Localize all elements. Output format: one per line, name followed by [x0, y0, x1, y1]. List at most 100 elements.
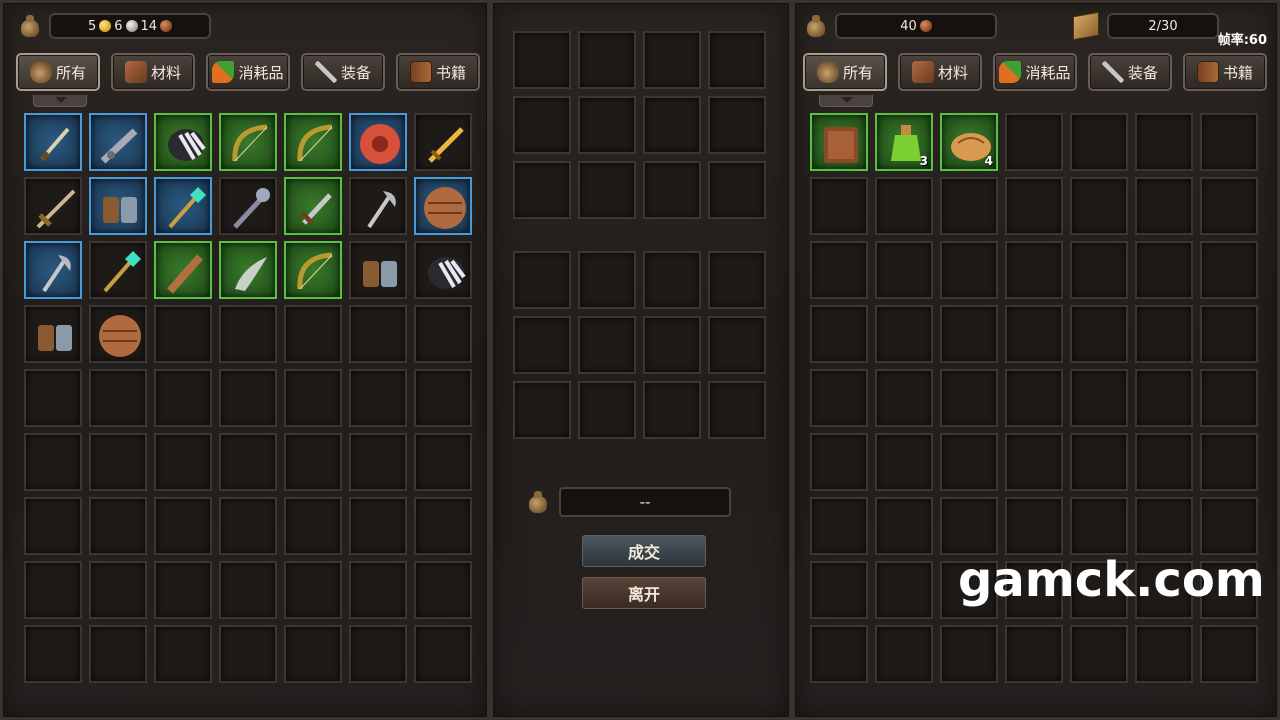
- player-empty-slot[interactable]: [24, 625, 82, 683]
- player-empty-slot[interactable]: [284, 433, 342, 491]
- tab-all[interactable]: 所有: [803, 53, 887, 91]
- merchant-empty-slot[interactable]: [1135, 305, 1193, 363]
- merchant-empty-slot[interactable]: [810, 177, 868, 235]
- trade-offer-slot[interactable]: [513, 316, 571, 374]
- merchant-empty-slot[interactable]: [1070, 433, 1128, 491]
- player-empty-slot[interactable]: [154, 561, 212, 619]
- trade-offer-slot[interactable]: [708, 251, 766, 309]
- merchant-empty-slot[interactable]: [875, 305, 933, 363]
- player-empty-slot[interactable]: [24, 561, 82, 619]
- merchant-empty-slot[interactable]: [1200, 177, 1258, 235]
- player-item-slot[interactable]: [24, 241, 82, 299]
- player-item-slot[interactable]: [349, 177, 407, 235]
- trade-offer-slot[interactable]: [643, 161, 701, 219]
- merchant-empty-slot[interactable]: [1005, 625, 1063, 683]
- player-item-slot[interactable]: [24, 305, 82, 363]
- merchant-empty-slot[interactable]: [1135, 177, 1193, 235]
- player-item-slot[interactable]: [24, 177, 82, 235]
- merchant-empty-slot[interactable]: [810, 625, 868, 683]
- merchant-empty-slot[interactable]: [1070, 305, 1128, 363]
- tab-equipment[interactable]: 装备: [301, 53, 385, 91]
- player-item-slot[interactable]: [349, 113, 407, 171]
- player-empty-slot[interactable]: [154, 305, 212, 363]
- merchant-empty-slot[interactable]: [1005, 369, 1063, 427]
- merchant-empty-slot[interactable]: [875, 241, 933, 299]
- trade-offer-slot[interactable]: [643, 381, 701, 439]
- trade-offer-slot[interactable]: [708, 316, 766, 374]
- player-item-slot[interactable]: [154, 241, 212, 299]
- merchant-empty-slot[interactable]: [1200, 433, 1258, 491]
- merchant-empty-slot[interactable]: [1070, 177, 1128, 235]
- trade-offer-slot[interactable]: [643, 96, 701, 154]
- tab-equipment[interactable]: 装备: [1088, 53, 1172, 91]
- merchant-empty-slot[interactable]: [810, 433, 868, 491]
- player-empty-slot[interactable]: [349, 625, 407, 683]
- tab-books[interactable]: 书籍: [396, 53, 480, 91]
- player-empty-slot[interactable]: [219, 369, 277, 427]
- trade-offer-slot[interactable]: [643, 251, 701, 309]
- merchant-empty-slot[interactable]: [940, 241, 998, 299]
- player-item-slot[interactable]: [219, 241, 277, 299]
- tab-materials[interactable]: 材料: [111, 53, 195, 91]
- player-item-slot[interactable]: [414, 113, 472, 171]
- merchant-empty-slot[interactable]: [1135, 241, 1193, 299]
- merchant-empty-slot[interactable]: [1200, 369, 1258, 427]
- tab-collapse-handle[interactable]: [819, 95, 873, 107]
- player-item-slot[interactable]: [89, 177, 147, 235]
- merchant-empty-slot[interactable]: [1200, 497, 1258, 555]
- player-empty-slot[interactable]: [24, 433, 82, 491]
- player-empty-slot[interactable]: [349, 561, 407, 619]
- merchant-empty-slot[interactable]: [1135, 433, 1193, 491]
- player-empty-slot[interactable]: [284, 305, 342, 363]
- player-item-slot[interactable]: [284, 241, 342, 299]
- trade-offer-slot[interactable]: [578, 161, 636, 219]
- trade-offer-slot[interactable]: [513, 161, 571, 219]
- tab-books[interactable]: 书籍: [1183, 53, 1267, 91]
- merchant-empty-slot[interactable]: [810, 497, 868, 555]
- merchant-empty-slot[interactable]: [1005, 113, 1063, 171]
- merchant-empty-slot[interactable]: [810, 305, 868, 363]
- merchant-empty-slot[interactable]: [940, 433, 998, 491]
- player-empty-slot[interactable]: [219, 305, 277, 363]
- merchant-empty-slot[interactable]: [1070, 369, 1128, 427]
- merchant-empty-slot[interactable]: [940, 625, 998, 683]
- trade-offer-slot[interactable]: [578, 316, 636, 374]
- player-empty-slot[interactable]: [414, 561, 472, 619]
- player-empty-slot[interactable]: [414, 433, 472, 491]
- merchant-empty-slot[interactable]: [1135, 497, 1193, 555]
- tab-consumables[interactable]: 消耗品: [206, 53, 290, 91]
- trade-offer-slot[interactable]: [513, 96, 571, 154]
- merchant-empty-slot[interactable]: [875, 369, 933, 427]
- merchant-empty-slot[interactable]: [1070, 625, 1128, 683]
- merchant-empty-slot[interactable]: [1070, 497, 1128, 555]
- merchant-empty-slot[interactable]: [1200, 305, 1258, 363]
- merchant-empty-slot[interactable]: [875, 561, 933, 619]
- player-empty-slot[interactable]: [414, 497, 472, 555]
- player-item-slot[interactable]: [154, 177, 212, 235]
- leave-button[interactable]: 离开: [582, 577, 706, 609]
- player-empty-slot[interactable]: [414, 625, 472, 683]
- merchant-empty-slot[interactable]: [940, 305, 998, 363]
- player-empty-slot[interactable]: [154, 369, 212, 427]
- player-empty-slot[interactable]: [414, 369, 472, 427]
- merchant-empty-slot[interactable]: [875, 177, 933, 235]
- merchant-empty-slot[interactable]: [1005, 177, 1063, 235]
- player-empty-slot[interactable]: [89, 497, 147, 555]
- merchant-empty-slot[interactable]: [1200, 241, 1258, 299]
- tab-consumables[interactable]: 消耗品: [993, 53, 1077, 91]
- merchant-empty-slot[interactable]: [940, 369, 998, 427]
- player-empty-slot[interactable]: [284, 369, 342, 427]
- trade-offer-slot[interactable]: [578, 31, 636, 89]
- player-empty-slot[interactable]: [154, 433, 212, 491]
- player-item-slot[interactable]: [414, 177, 472, 235]
- trade-offer-slot[interactable]: [578, 96, 636, 154]
- trade-offer-slot[interactable]: [708, 161, 766, 219]
- player-empty-slot[interactable]: [349, 433, 407, 491]
- player-item-slot[interactable]: [154, 113, 212, 171]
- player-item-slot[interactable]: [24, 113, 82, 171]
- player-empty-slot[interactable]: [219, 433, 277, 491]
- player-empty-slot[interactable]: [154, 497, 212, 555]
- player-empty-slot[interactable]: [89, 561, 147, 619]
- merchant-empty-slot[interactable]: [810, 369, 868, 427]
- player-item-slot[interactable]: [89, 113, 147, 171]
